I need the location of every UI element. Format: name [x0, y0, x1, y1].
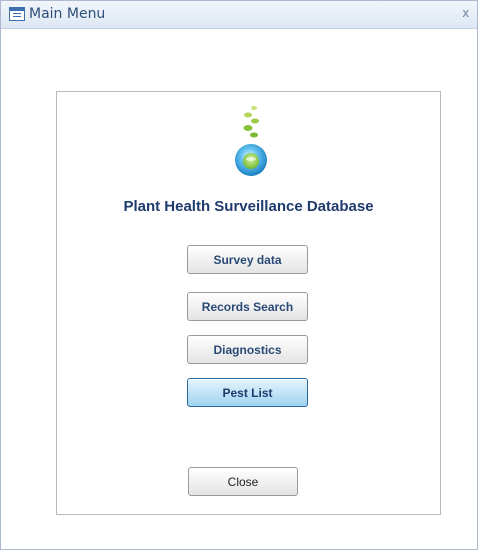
app-title: Plant Health Surveillance Database	[123, 198, 374, 215]
sprout-leaf	[244, 112, 252, 118]
survey-data-button[interactable]: Survey data	[187, 245, 308, 274]
plant-sprout-logo-icon	[235, 106, 267, 176]
sprout-leaf	[250, 132, 258, 138]
diagnostics-button[interactable]: Diagnostics	[187, 335, 308, 364]
close-window-icon[interactable]: x	[463, 5, 470, 20]
sprout-leaf	[251, 106, 257, 110]
menu-panel: Plant Health Surveillance Database Surve…	[56, 91, 441, 515]
title-bar: Main Menu x	[1, 1, 477, 29]
sprout-leaf	[251, 118, 259, 124]
main-menu-window: Main Menu x Plant Health Surveillance Da…	[0, 0, 478, 550]
window-title: Main Menu	[29, 6, 106, 22]
close-button[interactable]: Close	[188, 467, 298, 496]
logo-shine	[246, 157, 256, 161]
records-search-button[interactable]: Records Search	[187, 292, 308, 321]
form-icon	[9, 7, 25, 21]
pest-list-button[interactable]: Pest List	[187, 378, 308, 407]
sprout-leaf	[243, 125, 253, 131]
